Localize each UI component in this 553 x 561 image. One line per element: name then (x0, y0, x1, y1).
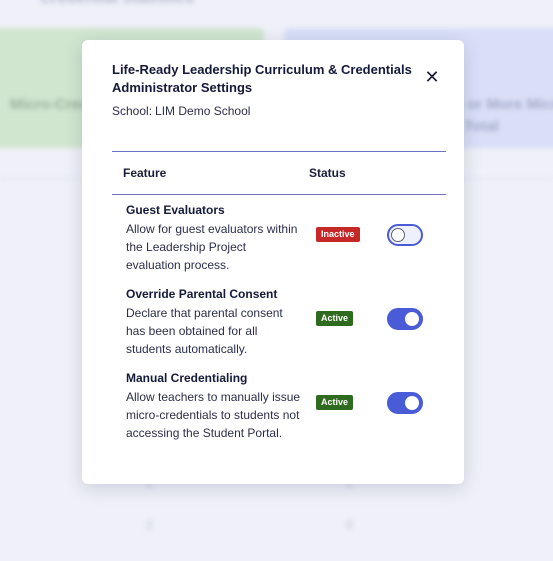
status-badge: Active (316, 395, 354, 410)
guest-evaluators-toggle[interactable] (387, 224, 423, 246)
toggle-knob (405, 312, 419, 326)
modal-title: Life-Ready Leadership Curriculum & Crede… (112, 62, 412, 95)
toggle-knob (391, 228, 405, 242)
close-icon: ✕ (424, 67, 440, 87)
column-header-feature: Feature (123, 166, 167, 180)
manual-credentialing-toggle[interactable] (387, 392, 423, 414)
feature-description: Allow for guest evaluators within the Le… (126, 222, 298, 272)
feature-name: Override Parental Consent (126, 287, 278, 301)
column-header-status: Status (309, 166, 346, 180)
school-line: School: LIM Demo School (112, 104, 250, 118)
school-name: LIM Demo School (155, 104, 251, 118)
school-label: School: (112, 104, 153, 118)
feature-description: Declare that parental consent has been o… (126, 306, 283, 356)
override-parental-consent-toggle[interactable] (387, 308, 423, 330)
close-button[interactable]: ✕ (419, 66, 445, 88)
status-badge: Inactive (316, 227, 360, 242)
feature-name: Guest Evaluators (126, 203, 225, 217)
settings-modal: Life-Ready Leadership Curriculum & Crede… (82, 40, 464, 484)
settings-table-header: Feature Status (112, 151, 446, 195)
feature-description: Allow teachers to manually issue micro-c… (126, 390, 301, 440)
toggle-knob (405, 396, 419, 410)
status-badge: Active (316, 311, 354, 326)
feature-name: Manual Credentialing (126, 371, 248, 385)
